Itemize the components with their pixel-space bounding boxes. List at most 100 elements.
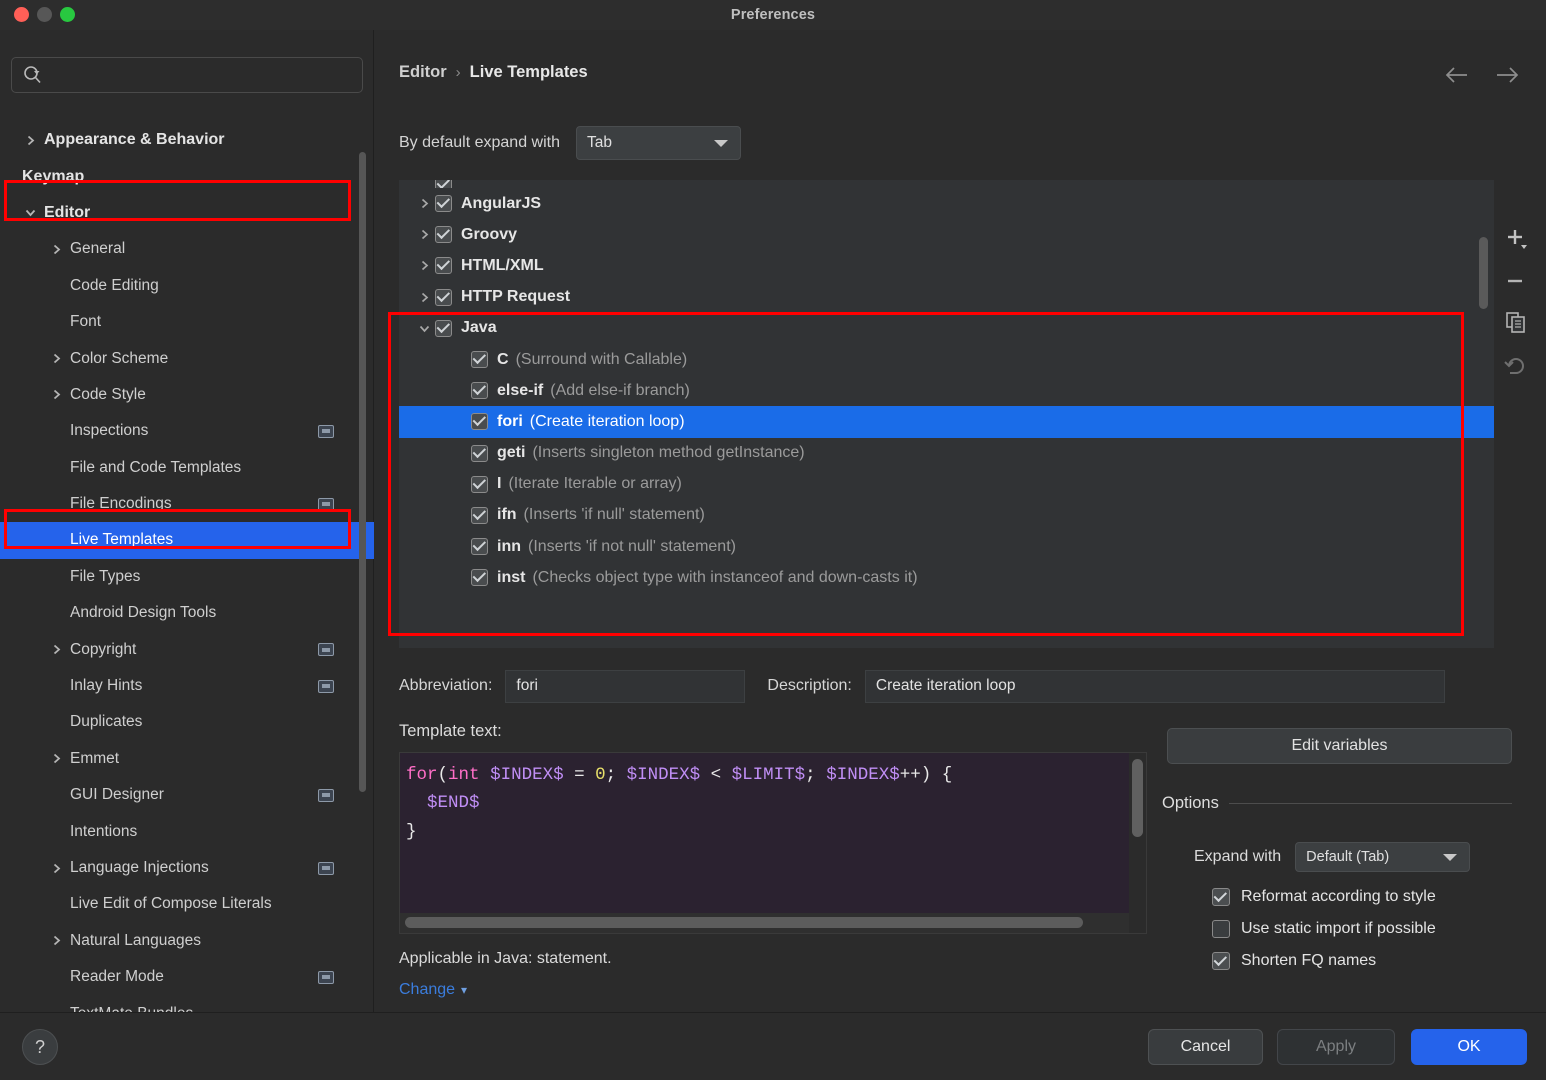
chevron-right-icon[interactable] bbox=[48, 933, 64, 949]
sidebar-item-emmet[interactable]: Emmet bbox=[0, 741, 374, 777]
template-checkbox[interactable] bbox=[471, 569, 488, 587]
template-checkbox[interactable] bbox=[471, 538, 488, 556]
template-row-inn[interactable]: inn (Inserts 'if not null' statement) bbox=[399, 531, 1494, 562]
template-checkbox[interactable] bbox=[471, 506, 488, 524]
chevron-right-icon[interactable] bbox=[413, 255, 435, 277]
ok-button[interactable]: OK bbox=[1411, 1029, 1527, 1065]
sidebar-item-editor[interactable]: Editor bbox=[0, 195, 374, 231]
sidebar-item-font[interactable]: Font bbox=[0, 304, 374, 340]
static-import-checkbox[interactable] bbox=[1212, 920, 1230, 938]
sidebar-item-copyright[interactable]: Copyright bbox=[0, 631, 374, 667]
minimize-button[interactable] bbox=[37, 7, 52, 22]
template-checkbox[interactable] bbox=[471, 351, 488, 369]
search-input[interactable] bbox=[44, 67, 362, 83]
template-checkbox[interactable] bbox=[471, 475, 488, 493]
sidebar-item-file-and-code-templates[interactable]: File and Code Templates bbox=[0, 450, 374, 486]
tree-group-java[interactable]: Java bbox=[399, 313, 1494, 344]
remove-template-button[interactable] bbox=[1494, 260, 1538, 302]
template-row-fori[interactable]: fori (Create iteration loop) bbox=[399, 406, 1494, 438]
sidebar-item-color-scheme[interactable]: Color Scheme bbox=[0, 340, 374, 376]
template-text-editor[interactable]: for(int $INDEX$ = 0; $INDEX$ < $LIMIT$; … bbox=[399, 752, 1147, 934]
chevron-right-icon[interactable] bbox=[48, 860, 64, 876]
add-template-button[interactable] bbox=[1494, 218, 1538, 260]
template-checkbox[interactable] bbox=[471, 444, 488, 462]
tree-group-http-request[interactable]: HTTP Request bbox=[399, 282, 1494, 313]
static-import-checkbox-row[interactable]: Use static import if possible bbox=[1212, 920, 1436, 938]
sidebar-scrollbar[interactable] bbox=[359, 152, 366, 792]
chevron-right-icon[interactable] bbox=[48, 642, 64, 658]
template-row-i[interactable]: I (Iterate Iterable or array) bbox=[399, 469, 1494, 500]
reformat-checkbox[interactable] bbox=[1212, 888, 1230, 906]
help-button[interactable]: ? bbox=[22, 1029, 58, 1065]
code-horizontal-scrollbar[interactable] bbox=[405, 917, 1083, 928]
breadcrumb-root[interactable]: Editor bbox=[399, 63, 447, 82]
sidebar-item-file-encodings[interactable]: File Encodings bbox=[0, 486, 374, 522]
search-box[interactable] bbox=[11, 57, 363, 93]
group-checkbox[interactable] bbox=[435, 288, 452, 306]
maximize-button[interactable] bbox=[60, 7, 75, 22]
sidebar-item-live-templates[interactable]: Live Templates bbox=[0, 522, 374, 559]
chevron-right-icon[interactable] bbox=[413, 224, 435, 246]
change-context-link[interactable]: Change ▾ bbox=[399, 981, 467, 999]
sidebar-item-inlay-hints[interactable]: Inlay Hints bbox=[0, 668, 374, 704]
group-checkbox[interactable] bbox=[435, 226, 452, 244]
template-code[interactable]: for(int $INDEX$ = 0; $INDEX$ < $LIMIT$; … bbox=[400, 753, 1129, 913]
chevron-right-icon[interactable] bbox=[413, 193, 435, 215]
template-row-inst[interactable]: inst (Checks object type with instanceof … bbox=[399, 562, 1494, 593]
sidebar-item-file-types[interactable]: File Types bbox=[0, 559, 374, 595]
group-checkbox[interactable] bbox=[435, 195, 452, 213]
tree-group-groovy[interactable]: Groovy bbox=[399, 219, 1494, 250]
template-row-else-if[interactable]: else-if (Add else-if branch) bbox=[399, 375, 1494, 406]
template-checkbox[interactable] bbox=[471, 382, 488, 400]
chevron-right-icon[interactable] bbox=[413, 286, 435, 308]
sidebar-item-gui-designer[interactable]: GUI Designer bbox=[0, 777, 374, 813]
template-row-ifn[interactable]: ifn (Inserts 'if null' statement) bbox=[399, 500, 1494, 531]
group-checkbox[interactable] bbox=[435, 319, 452, 337]
sidebar-item-duplicates[interactable]: Duplicates bbox=[0, 704, 374, 740]
sidebar-item-general[interactable]: General bbox=[0, 231, 374, 267]
shorten-fq-checkbox[interactable] bbox=[1212, 952, 1230, 970]
sidebar-item-appearance-behavior[interactable]: Appearance & Behavior bbox=[0, 122, 374, 158]
templates-scrollbar[interactable] bbox=[1479, 237, 1488, 309]
group-checkbox[interactable] bbox=[435, 257, 452, 275]
tree-group-html-xml[interactable]: HTML/XML bbox=[399, 250, 1494, 281]
template-row-geti[interactable]: geti (Inserts singleton method getInstanc… bbox=[399, 438, 1494, 469]
chevron-right-icon[interactable] bbox=[48, 241, 64, 257]
chevron-down-icon[interactable] bbox=[413, 317, 435, 339]
cancel-button[interactable]: Cancel bbox=[1148, 1029, 1263, 1065]
chevron-right-icon[interactable] bbox=[48, 751, 64, 767]
revert-template-button[interactable] bbox=[1494, 344, 1538, 386]
expand-with-select[interactable]: Default (Tab) bbox=[1295, 842, 1471, 872]
duplicate-template-button[interactable] bbox=[1494, 302, 1538, 344]
sidebar-item-reader-mode[interactable]: Reader Mode bbox=[0, 959, 374, 995]
edit-variables-button[interactable]: Edit variables bbox=[1167, 728, 1512, 764]
shorten-fq-checkbox-row[interactable]: Shorten FQ names bbox=[1212, 952, 1376, 970]
sidebar-item-live-edit-of-compose-literals[interactable]: Live Edit of Compose Literals bbox=[0, 886, 374, 922]
code-horizontal-scroll-track[interactable] bbox=[400, 913, 1129, 933]
live-templates-tree[interactable]: AngularJS Groovy HTML/XML HTTP Request Java C… bbox=[399, 180, 1494, 648]
sidebar-item-textmate-bundles[interactable]: TextMate Bundles bbox=[0, 995, 374, 1012]
code-vertical-scrollbar[interactable] bbox=[1132, 759, 1143, 837]
sidebar-item-intentions[interactable]: Intentions bbox=[0, 813, 374, 849]
forward-arrow-icon[interactable] bbox=[1494, 62, 1520, 88]
sidebar-item-code-style[interactable]: Code Style bbox=[0, 377, 374, 413]
description-input[interactable] bbox=[864, 669, 1445, 703]
tree-group-angularjs[interactable]: AngularJS bbox=[399, 188, 1494, 219]
sidebar-item-keymap[interactable]: Keymap bbox=[0, 158, 374, 194]
abbreviation-input[interactable] bbox=[505, 669, 746, 703]
default-expand-select[interactable]: Tab bbox=[576, 126, 741, 160]
sidebar-item-language-injections[interactable]: Language Injections bbox=[0, 850, 374, 886]
reformat-checkbox-row[interactable]: Reformat according to style bbox=[1212, 888, 1436, 906]
back-arrow-icon[interactable] bbox=[1444, 62, 1470, 88]
chevron-right-icon[interactable] bbox=[48, 351, 64, 367]
close-button[interactable] bbox=[14, 7, 29, 22]
chevron-right-icon[interactable] bbox=[48, 387, 64, 403]
sidebar-item-inspections[interactable]: Inspections bbox=[0, 413, 374, 449]
sidebar-item-android-design-tools[interactable]: Android Design Tools bbox=[0, 595, 374, 631]
chevron-down-icon[interactable] bbox=[22, 205, 38, 221]
template-checkbox[interactable] bbox=[471, 413, 488, 431]
chevron-right-icon[interactable] bbox=[22, 132, 38, 148]
sidebar-item-natural-languages[interactable]: Natural Languages bbox=[0, 923, 374, 959]
sidebar-item-code-editing[interactable]: Code Editing bbox=[0, 268, 374, 304]
template-row-c[interactable]: C (Surround with Callable) bbox=[399, 344, 1494, 375]
